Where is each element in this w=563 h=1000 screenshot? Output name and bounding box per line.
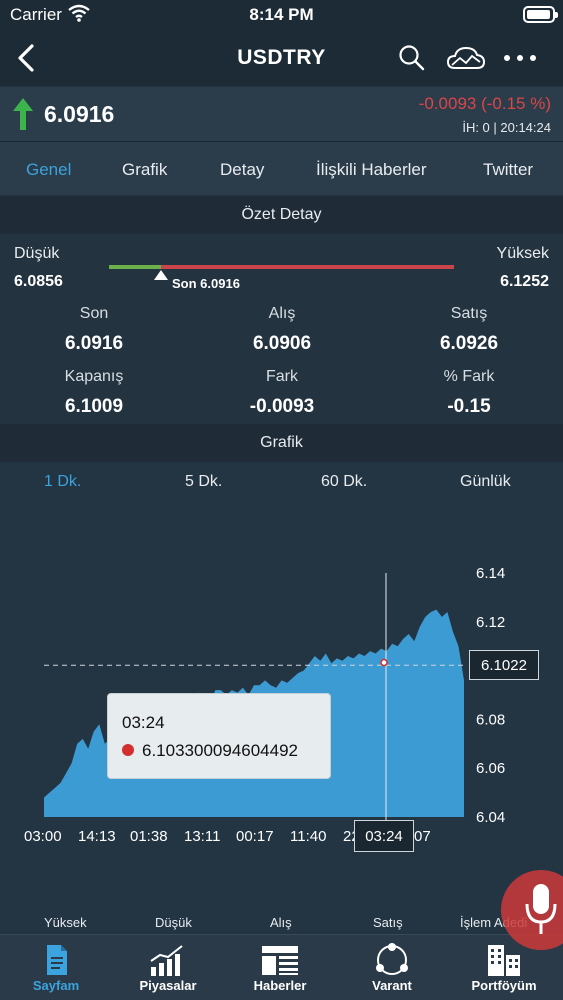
stat-yuksek-label: Yüksek — [44, 915, 87, 930]
tab-bar-sayfam[interactable]: Sayfam — [0, 935, 112, 1000]
crosshair-point — [380, 658, 388, 667]
x-tick-label: 11:40 — [290, 828, 326, 845]
tab-bar: Sayfam Piyasalar Haberler Varant Portföy… — [0, 934, 563, 1000]
voice-search-button[interactable] — [501, 870, 563, 950]
stat-value: 6.1009 — [64, 396, 124, 417]
stat-alis-label: Alış — [270, 915, 292, 930]
bar-chart-icon — [150, 945, 183, 976]
tab-bar-haberler[interactable]: Haberler — [224, 935, 336, 1000]
x-tick-label: 01:38 — [130, 828, 168, 845]
stat-value: 6.0926 — [439, 333, 499, 354]
status-bar: Carrier 8:14 PM — [0, 0, 563, 30]
tab-twitter[interactable]: Twitter — [483, 160, 533, 180]
range-marker-label: Son 6.0916 — [172, 276, 240, 291]
tab-bar-varant[interactable]: Varant — [336, 935, 448, 1000]
microphone-icon — [525, 884, 557, 934]
stat-fark: Fark -0.0093 — [188, 368, 376, 418]
clock: 8:14 PM — [249, 5, 314, 24]
document-icon — [47, 945, 67, 975]
stat-satis-label: Satış — [373, 915, 403, 930]
x-tick-label: 00:17 — [236, 828, 274, 845]
search-icon[interactable] — [398, 44, 426, 72]
chart-tooltip: 03:24 6.103300094604492 — [107, 693, 331, 779]
network-icon — [376, 943, 408, 975]
stat-value: -0.0093 — [249, 396, 315, 417]
tab-bar-label: Haberler — [253, 978, 307, 993]
tab-iliskili-haberler[interactable]: İlişkili Haberler — [316, 160, 427, 180]
stat-label: Alış — [268, 305, 296, 322]
range-marker — [154, 270, 168, 280]
tooltip-value: 6.103300094604492 — [142, 741, 298, 760]
cloud-chart-icon[interactable] — [446, 44, 486, 72]
chart-header: Grafik — [0, 424, 563, 462]
detail-tabs: Genel Grafik Detay İlişkili Haberler Twi… — [0, 141, 563, 195]
battery-icon — [523, 6, 558, 23]
stat-value: -0.15 — [447, 396, 491, 417]
stat-satis: Satış 6.0926 — [375, 305, 563, 355]
x-tick-label: 07 — [414, 828, 431, 845]
tab-bar-label: Piyasalar — [139, 978, 197, 993]
stat-yuzde-fark: % Fark -0.15 — [375, 368, 563, 418]
high-value: 6.1252 — [500, 273, 549, 290]
tab-genel[interactable]: Genel — [26, 160, 71, 180]
more-icon[interactable] — [503, 54, 537, 62]
low-label: Düşük — [14, 245, 60, 262]
x-tick-label: 03:00 — [24, 828, 62, 845]
tab-bar-label: Portföyüm — [471, 978, 537, 993]
stat-value: 6.0916 — [64, 333, 124, 354]
buildings-icon — [488, 945, 520, 976]
news-icon — [262, 946, 298, 975]
tooltip-time: 03:24 — [122, 713, 165, 732]
stat-label: Son — [79, 305, 109, 322]
x-tick-label: 13:11 — [184, 828, 220, 845]
y-tick-label: 6.12 — [476, 614, 505, 631]
tab-grafik[interactable]: Grafik — [122, 160, 167, 180]
nav-bar: USDTRY — [0, 30, 563, 86]
update-info: İH: 0 | 20:14:24 — [462, 120, 551, 135]
range-bar-low-part — [109, 265, 161, 269]
summary-header: Özet Detay — [0, 196, 563, 234]
stat-label: Satış — [450, 305, 488, 322]
series-dot — [122, 744, 134, 756]
x-tick-label: 14:13 — [78, 828, 116, 845]
stat-alis: Alış 6.0906 — [188, 305, 376, 355]
stat-value: 6.0906 — [252, 333, 312, 354]
tab-bar-label: Varant — [372, 978, 412, 993]
y-tick-label: 6.04 — [476, 809, 505, 826]
tab-bar-piyasalar[interactable]: Piyasalar — [112, 935, 224, 1000]
range-bar-high-part — [161, 265, 454, 269]
stat-dusuk-label: Düşük — [155, 915, 192, 930]
up-arrow-icon — [13, 98, 33, 130]
price-change: -0.0093 (-0.15 %) — [418, 94, 551, 113]
stat-kapanis: Kapanış 6.1009 — [0, 368, 188, 418]
y-tick-label: 6.08 — [476, 711, 505, 728]
y-tick-label: 6.14 — [476, 565, 505, 582]
stat-label: % Fark — [443, 368, 495, 385]
tab-bar-label: Sayfam — [32, 978, 80, 993]
stat-label: Kapanış — [64, 368, 124, 385]
stat-label: Fark — [266, 368, 298, 385]
last-price: 6.0916 — [44, 101, 115, 127]
y-tick-label: 6.06 — [476, 760, 505, 777]
stat-son: Son 6.0916 — [0, 305, 188, 355]
crosshair-time-label: 03:24 — [354, 820, 414, 852]
high-label: Yüksek — [496, 245, 549, 262]
price-bar: 6.0916 -0.0093 (-0.15 %) İH: 0 | 20:14:2… — [0, 87, 563, 141]
tab-detay[interactable]: Detay — [220, 160, 264, 180]
current-price-label: 6.1022 — [469, 650, 539, 680]
low-value: 6.0856 — [14, 273, 63, 290]
